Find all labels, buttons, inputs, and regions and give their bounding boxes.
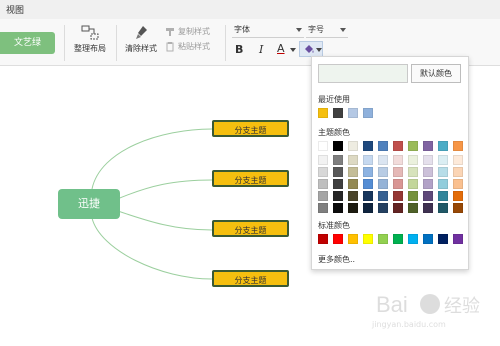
theme-color-swatch[interactable] (318, 141, 328, 151)
theme-color-swatch[interactable] (453, 191, 463, 201)
standard-color-swatch[interactable] (333, 234, 343, 244)
theme-color-swatch[interactable] (348, 155, 358, 165)
theme-color-swatch[interactable] (423, 155, 433, 165)
theme-color-swatch[interactable] (423, 179, 433, 189)
theme-color-swatch[interactable] (363, 167, 373, 177)
theme-color-swatch[interactable] (423, 191, 433, 201)
theme-color-swatch[interactable] (393, 203, 403, 213)
theme-color-swatch[interactable] (378, 191, 388, 201)
standard-colors-label: 标准颜色 (318, 221, 350, 230)
branch-topic[interactable]: 分支主题 (212, 120, 289, 137)
theme-color-swatch[interactable] (408, 167, 418, 177)
theme-color-swatch[interactable] (438, 141, 448, 151)
color-preview (318, 64, 408, 83)
standard-color-swatch[interactable] (438, 234, 448, 244)
theme-color-swatch[interactable] (423, 167, 433, 177)
theme-color-swatch[interactable] (318, 155, 328, 165)
theme-color-swatch[interactable] (438, 155, 448, 165)
recent-colors-label: 最近使用 (318, 95, 350, 104)
standard-color-swatch[interactable] (453, 234, 463, 244)
theme-color-swatch[interactable] (423, 141, 433, 151)
theme-color-swatch[interactable] (333, 167, 343, 177)
theme-color-swatch[interactable] (453, 203, 463, 213)
svg-text:经验: 经验 (444, 296, 480, 316)
theme-color-swatch[interactable] (378, 141, 388, 151)
standard-color-swatch[interactable] (378, 234, 388, 244)
theme-color-swatch[interactable] (393, 191, 403, 201)
theme-color-swatch[interactable] (378, 167, 388, 177)
theme-color-swatch[interactable] (333, 191, 343, 201)
standard-color-swatch[interactable] (348, 234, 358, 244)
theme-color-swatch[interactable] (378, 179, 388, 189)
recent-color-swatch[interactable] (318, 108, 328, 118)
theme-colors-label: 主题颜色 (318, 128, 350, 137)
more-colors-link[interactable]: 更多颜色.. (318, 254, 355, 265)
theme-color-swatch[interactable] (423, 203, 433, 213)
theme-color-swatch[interactable] (318, 179, 328, 189)
theme-color-swatch[interactable] (333, 155, 343, 165)
watermark-text: jingyan.baidu.com (372, 320, 446, 329)
theme-color-swatch[interactable] (378, 155, 388, 165)
theme-color-swatch[interactable] (378, 203, 388, 213)
theme-color-swatch[interactable] (408, 141, 418, 151)
theme-color-swatch[interactable] (333, 141, 343, 151)
standard-color-swatch[interactable] (363, 234, 373, 244)
standard-color-swatch[interactable] (318, 234, 328, 244)
theme-color-swatch[interactable] (348, 191, 358, 201)
branch-topic[interactable]: 分支主题 (212, 170, 289, 187)
recent-color-swatch[interactable] (348, 108, 358, 118)
theme-color-swatch[interactable] (333, 179, 343, 189)
default-color-button[interactable]: 默认颜色 (411, 64, 461, 83)
theme-color-swatch[interactable] (408, 179, 418, 189)
theme-color-swatch[interactable] (363, 155, 373, 165)
svg-text:Bai: Bai (376, 292, 408, 317)
theme-color-swatch[interactable] (393, 155, 403, 165)
theme-color-swatch[interactable] (363, 141, 373, 151)
theme-color-swatch[interactable] (348, 179, 358, 189)
theme-color-swatch[interactable] (408, 203, 418, 213)
central-topic[interactable]: 迅捷 (58, 189, 120, 219)
theme-color-swatch[interactable] (348, 141, 358, 151)
theme-color-swatch[interactable] (393, 179, 403, 189)
theme-color-swatch[interactable] (438, 179, 448, 189)
theme-color-swatch[interactable] (363, 191, 373, 201)
baidu-logo-icon: Bai 经验 (376, 292, 480, 317)
theme-color-swatch[interactable] (393, 167, 403, 177)
standard-color-swatch[interactable] (423, 234, 433, 244)
theme-color-swatch[interactable] (333, 203, 343, 213)
branch-topic[interactable]: 分支主题 (212, 220, 289, 237)
theme-color-swatch[interactable] (453, 141, 463, 151)
theme-color-swatch[interactable] (348, 203, 358, 213)
standard-color-swatch[interactable] (408, 234, 418, 244)
color-palette-dropdown: 默认颜色 最近使用 主题颜色 标准颜色 更多颜色.. (311, 56, 469, 270)
theme-color-swatch[interactable] (453, 155, 463, 165)
theme-color-swatch[interactable] (363, 203, 373, 213)
theme-color-swatch[interactable] (438, 167, 448, 177)
theme-color-swatch[interactable] (318, 203, 328, 213)
theme-color-swatch[interactable] (393, 141, 403, 151)
recent-color-swatch[interactable] (363, 108, 373, 118)
recent-color-swatch[interactable] (333, 108, 343, 118)
theme-color-swatch[interactable] (318, 167, 328, 177)
theme-color-swatch[interactable] (438, 191, 448, 201)
theme-color-swatch[interactable] (453, 179, 463, 189)
branch-topic[interactable]: 分支主题 (212, 270, 289, 287)
theme-color-swatch[interactable] (348, 167, 358, 177)
theme-color-swatch[interactable] (318, 191, 328, 201)
standard-color-swatch[interactable] (393, 234, 403, 244)
theme-color-swatch[interactable] (438, 203, 448, 213)
theme-color-swatch[interactable] (453, 167, 463, 177)
watermark: Bai 经验 jingyan.baidu.com (372, 288, 492, 338)
theme-color-swatch[interactable] (408, 155, 418, 165)
theme-color-swatch[interactable] (363, 179, 373, 189)
theme-color-swatch[interactable] (408, 191, 418, 201)
